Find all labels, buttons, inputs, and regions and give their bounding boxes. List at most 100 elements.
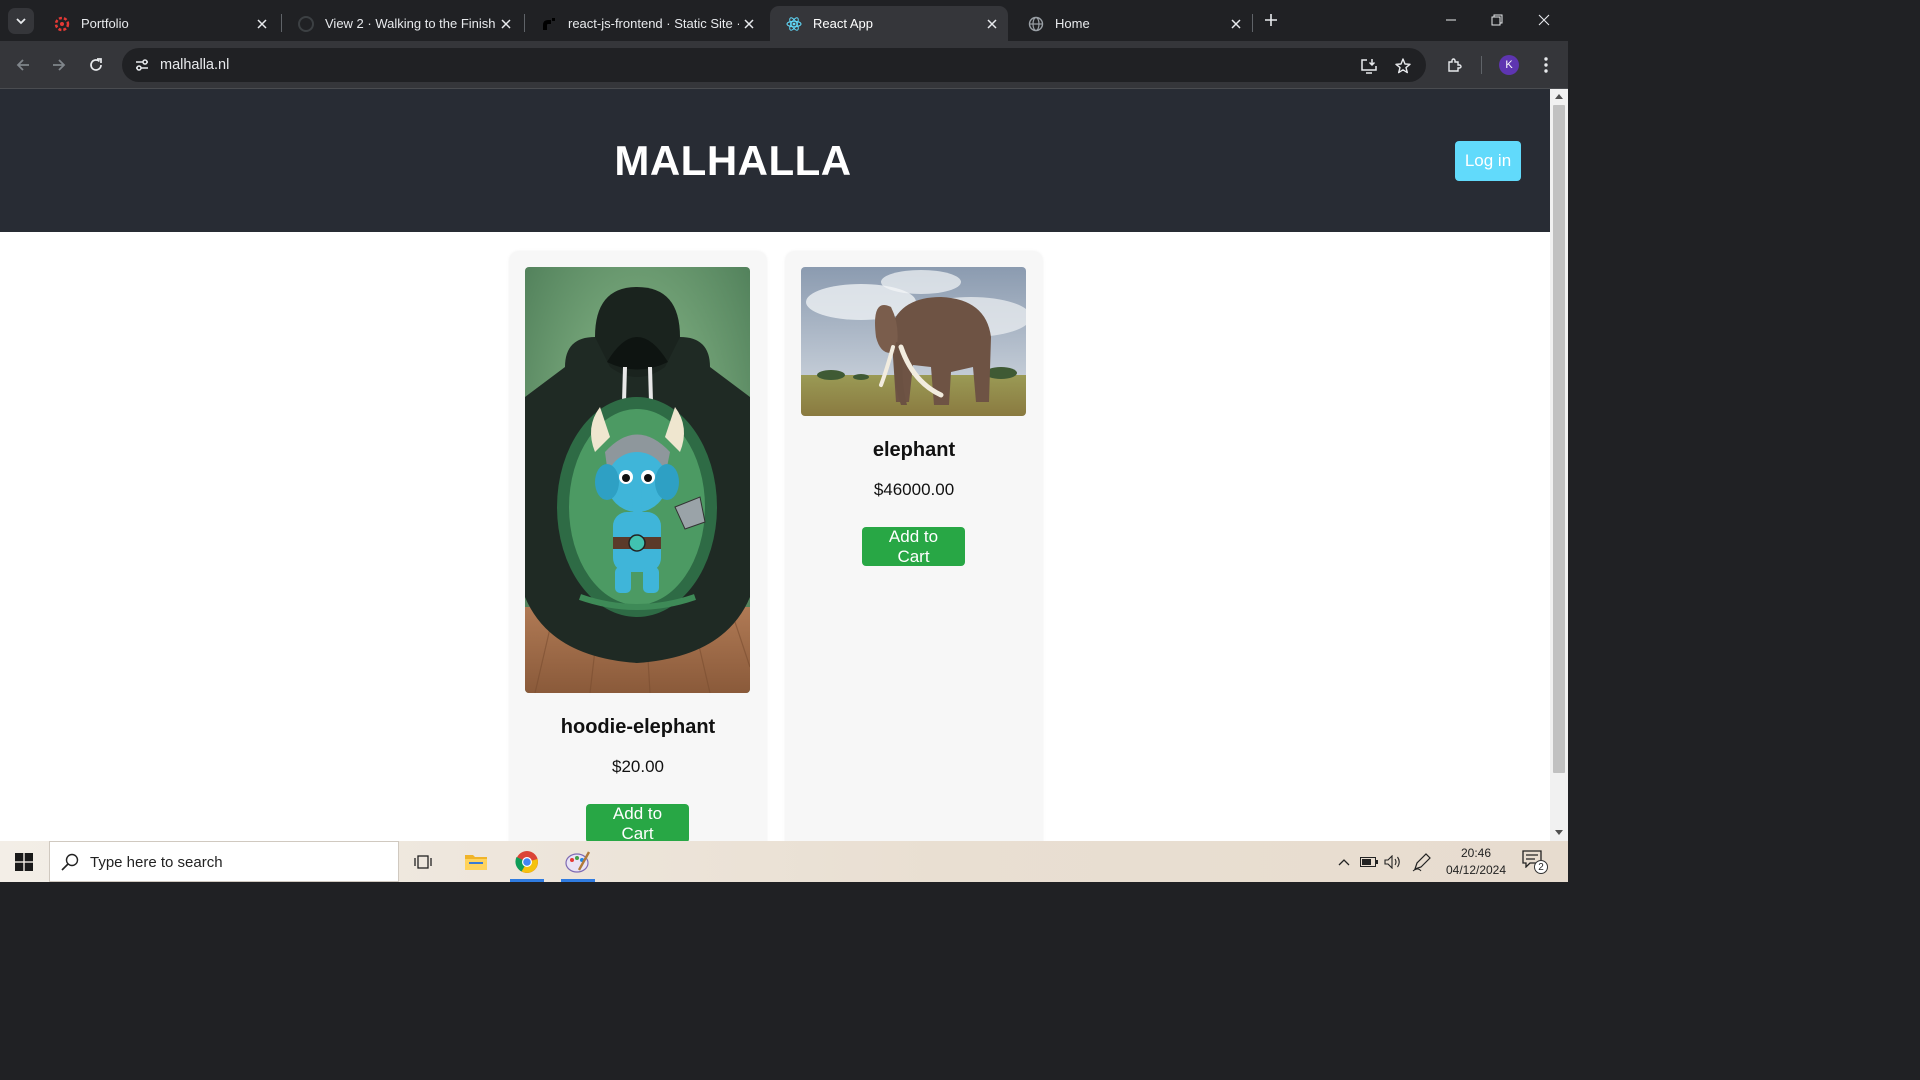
tab-separator [1252,14,1253,32]
tab-react-app[interactable]: React App [770,6,1008,41]
tab-title: Portfolio [81,16,129,31]
windows-taskbar: Type here to search 20:46 04/12/2024 2 [0,841,1568,882]
close-tab-icon[interactable] [1226,14,1246,34]
product-card: elephant $46000.00 Add to Cart [785,251,1043,841]
tune-icon [136,59,148,71]
scroll-thumb[interactable] [1553,105,1565,773]
back-button[interactable] [9,51,37,79]
login-button[interactable]: Log in [1455,141,1521,181]
avatar: K [1499,55,1519,75]
product-price: $20.00 [612,757,664,776]
paint-taskbar-button[interactable] [553,841,603,882]
chrome-taskbar-button[interactable] [502,841,552,882]
tab-render[interactable]: react-js-frontend · Static Site · [525,6,765,41]
scroll-down-button[interactable] [1550,826,1568,840]
paint-icon [565,850,591,873]
taskbar-search-input[interactable]: Type here to search [49,841,399,882]
pen-icon [1412,852,1431,871]
notification-count-badge: 2 [1534,860,1548,874]
chrome-icon [515,850,538,873]
profile-button[interactable]: K [1497,53,1521,77]
active-app-indicator [561,879,595,882]
url-text[interactable]: malhalla.nl [160,57,229,73]
new-tab-button[interactable] [1260,9,1282,31]
restore-icon [1491,14,1503,26]
star-icon [1395,58,1411,74]
close-tab-icon[interactable] [739,14,759,34]
speaker-icon [1384,854,1400,869]
github-favicon-icon [298,15,314,32]
search-placeholder: Type here to search [90,854,223,871]
battery-icon [1360,856,1378,867]
site-title: MALHALLA [614,137,852,184]
more-vert-icon [1544,57,1548,73]
site-info-button[interactable] [130,53,154,77]
tab-title: react-js-frontend · Static Site · [568,16,739,31]
puzzle-icon [1448,58,1462,72]
tab-home[interactable]: Home [1012,6,1252,41]
add-to-cart-button[interactable]: Add to Cart [586,804,689,841]
tab-strip: Portfolio View 2 · Walking to the Finish… [0,0,1568,41]
close-window-button[interactable] [1521,0,1567,40]
tab-title: Home [1055,16,1090,31]
taskbar-clock[interactable]: 20:46 04/12/2024 [1437,845,1515,879]
close-tab-icon[interactable] [496,14,516,34]
install-icon [1361,59,1377,74]
close-tab-icon[interactable] [252,14,272,34]
start-button[interactable] [0,841,48,882]
restore-button[interactable] [1474,0,1520,40]
tab-portfolio[interactable]: Portfolio [38,6,278,41]
site-header: MALHALLA Log in [0,89,1550,232]
battery-button[interactable] [1358,841,1380,882]
tab-github[interactable]: View 2 · Walking to the Finish 1 [282,6,522,41]
close-icon [1538,14,1550,26]
minimize-button[interactable] [1428,0,1474,40]
page-viewport: MALHALLA Log in hoodie-elephant $20.00 A… [0,89,1550,841]
browser-toolbar: malhalla.nl K [0,41,1568,89]
toolbar-divider [1481,56,1482,74]
file-explorer-button[interactable] [451,841,501,882]
add-to-cart-button[interactable]: Add to Cart [862,527,965,566]
chevron-up-icon [1338,858,1350,865]
notification-center-button[interactable]: 2 [1522,850,1550,874]
page-scrollbar[interactable] [1550,89,1568,841]
task-view-icon [414,854,432,869]
tab-search-button[interactable] [8,8,34,34]
task-view-button[interactable] [399,841,449,882]
portfolio-favicon-icon [54,16,70,32]
minimize-icon [1446,19,1456,21]
extensions-button[interactable] [1443,53,1467,77]
triangle-down-icon [1555,830,1563,835]
tab-title: View 2 · Walking to the Finish 1 [325,16,496,31]
triangle-up-icon [1555,94,1563,99]
arrow-right-icon [53,59,66,71]
windows-logo-icon [15,852,33,871]
volume-button[interactable] [1382,841,1404,882]
close-tab-icon[interactable] [982,14,1002,34]
tab-title: React App [813,16,873,31]
bookmark-button[interactable] [1392,55,1414,77]
product-name: elephant [872,439,956,461]
product-image-elephant[interactable] [801,267,1026,416]
address-bar[interactable]: malhalla.nl [122,48,1426,82]
search-icon [61,853,79,871]
folder-icon [465,854,487,870]
reload-icon [90,58,102,71]
install-app-button[interactable] [1358,55,1380,77]
product-name: hoodie-elephant [560,716,716,738]
show-hidden-icons-button[interactable] [1334,841,1354,882]
pen-menu-button[interactable] [1410,841,1434,882]
clock-date: 04/12/2024 [1445,863,1507,877]
chevron-down-icon [16,18,26,25]
forward-button[interactable] [45,51,73,79]
render-favicon-icon [541,16,557,32]
plus-icon [1265,14,1277,26]
clock-time: 20:46 [1460,846,1492,860]
reload-button[interactable] [82,51,110,79]
arrow-left-icon [16,59,29,71]
globe-icon [1028,16,1044,32]
product-image-hoodie[interactable] [525,267,750,693]
menu-button[interactable] [1534,53,1558,77]
scroll-up-button[interactable] [1550,89,1568,103]
product-card: hoodie-elephant $20.00 Add to Cart [509,251,767,841]
